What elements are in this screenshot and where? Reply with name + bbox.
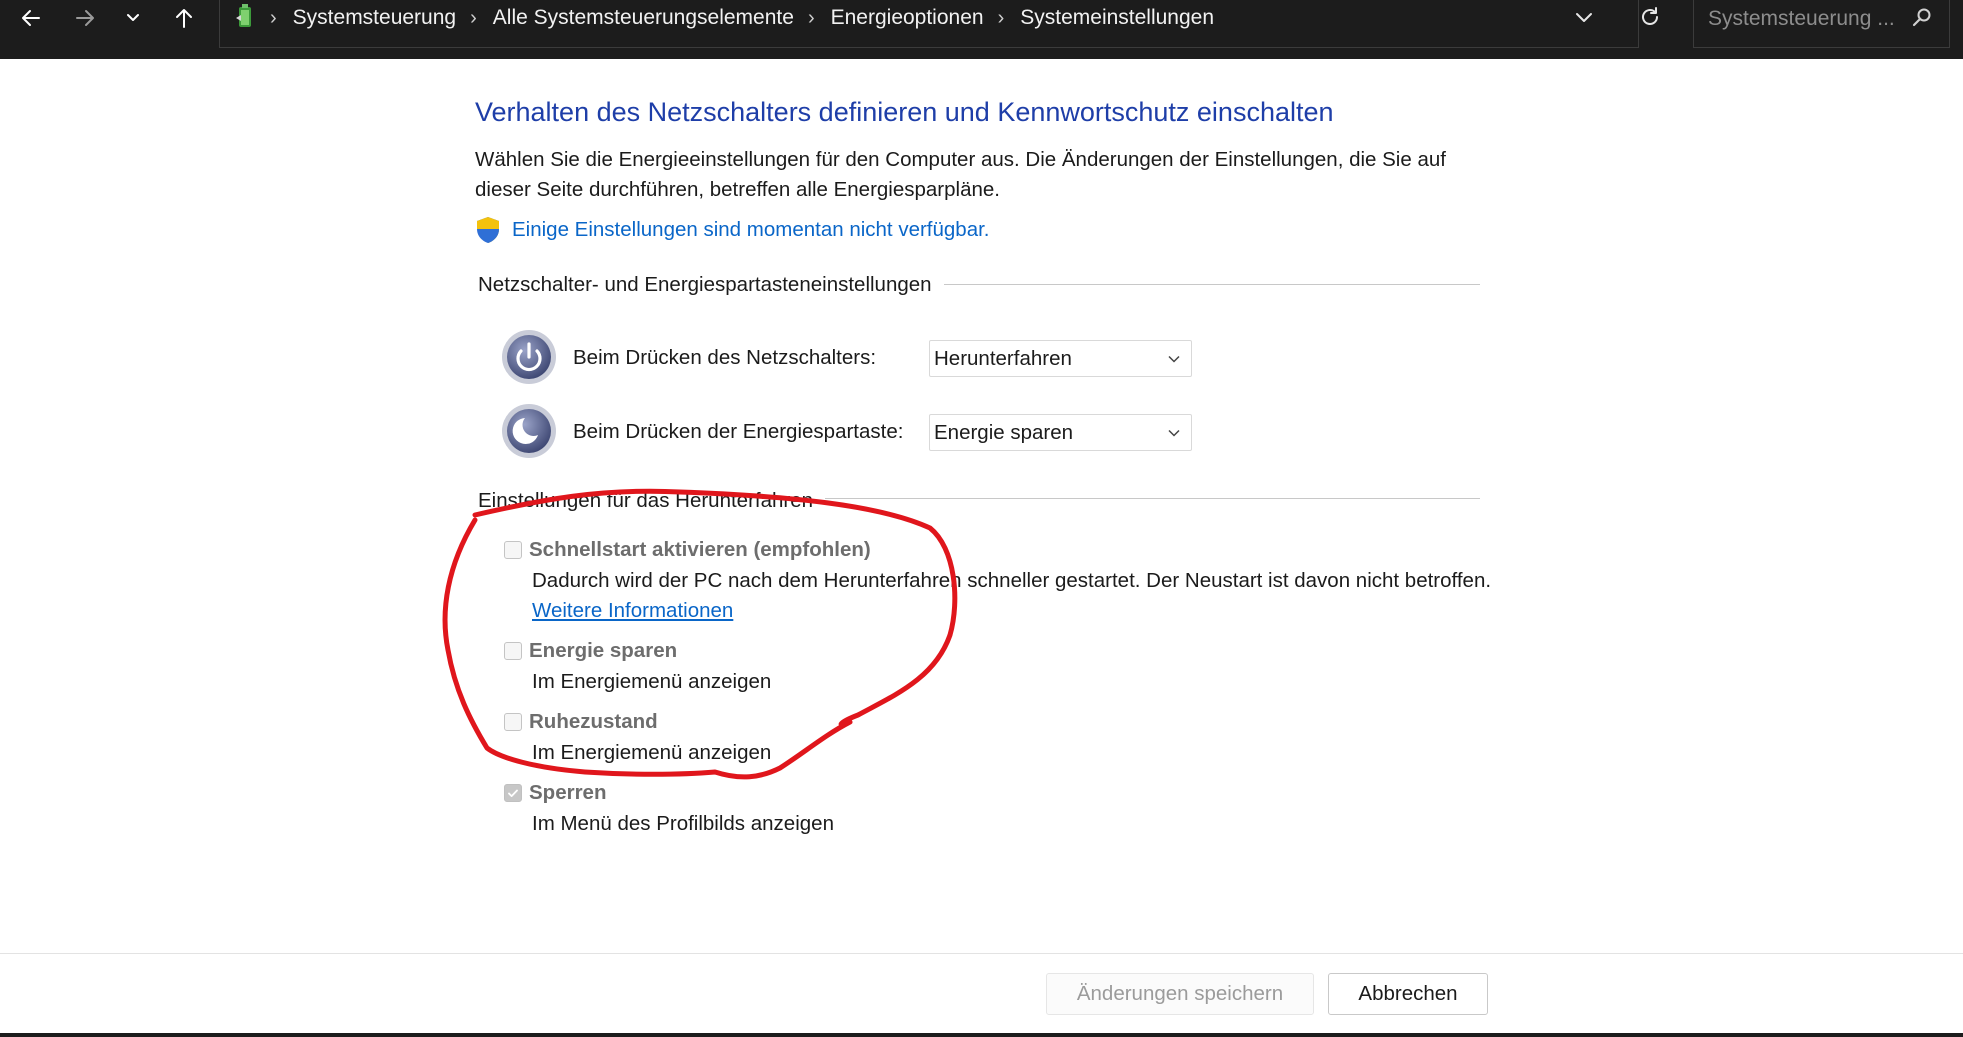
search-icon[interactable] bbox=[1911, 6, 1933, 28]
page-description: Wählen Sie die Energieeinstellungen für … bbox=[475, 148, 1446, 201]
hibernate-title: Ruhezustand bbox=[529, 710, 658, 733]
lock-title: Sperren bbox=[529, 781, 607, 804]
fast-startup-description: Dadurch wird der PC nach dem Herunterfah… bbox=[532, 566, 1492, 626]
up-arrow-icon bbox=[176, 9, 192, 28]
back-button[interactable] bbox=[11, 0, 51, 36]
footer-divider bbox=[0, 953, 1963, 954]
page-title: Verhalten des Netzschalters definieren u… bbox=[475, 97, 1334, 127]
sleep-button-action-value: Energie sparen bbox=[934, 421, 1074, 444]
control-panel-icon bbox=[236, 4, 251, 27]
shutdown-group-label: Einstellungen für das Herunterfahren bbox=[478, 489, 826, 513]
forward-arrow-icon bbox=[76, 10, 94, 26]
breadcrumb-systemeinstellungen[interactable]: Systemeinstellungen bbox=[1020, 6, 1214, 30]
recent-locations-button[interactable] bbox=[113, 0, 153, 36]
refresh-icon[interactable] bbox=[1638, 5, 1662, 29]
search-box[interactable] bbox=[1693, 0, 1950, 48]
lock-checkbox[interactable] bbox=[504, 784, 522, 802]
fast-startup-title: Schnellstart aktivieren (empfohlen) bbox=[529, 538, 871, 561]
breadcrumb-alle-elemente[interactable]: Alle Systemsteuerungselemente bbox=[493, 6, 794, 30]
breadcrumb-systemsteuerung[interactable]: Systemsteuerung bbox=[293, 6, 456, 30]
power-button-action-select[interactable]: Herunterfahren bbox=[929, 340, 1192, 377]
chevron-down-icon bbox=[1168, 355, 1180, 363]
unavailable-settings-link[interactable]: Einige Einstellungen sind momentan nicht… bbox=[512, 218, 990, 242]
fast-startup-checkbox[interactable] bbox=[504, 541, 522, 559]
window-bottom-edge bbox=[0, 1033, 1963, 1037]
sleep-icon bbox=[502, 404, 556, 458]
more-info-link[interactable]: Weitere Informationen bbox=[532, 599, 733, 622]
save-changes-button[interactable]: Änderungen speichern bbox=[1046, 973, 1314, 1015]
sleep-button-label: Beim Drücken der Energiespartaste: bbox=[573, 420, 904, 443]
back-arrow-icon bbox=[22, 10, 40, 26]
navigation-bar: › Systemsteuerung › Alle Systemsteuerung… bbox=[0, 0, 1963, 59]
breadcrumb: › Systemsteuerung › Alle Systemsteuerung… bbox=[270, 6, 1215, 30]
up-button[interactable] bbox=[164, 0, 204, 36]
sleep-menu-checkbox[interactable] bbox=[504, 642, 522, 660]
address-bar[interactable]: › Systemsteuerung › Alle Systemsteuerung… bbox=[219, 0, 1658, 48]
sleep-menu-title: Energie sparen bbox=[529, 639, 678, 662]
search-input[interactable] bbox=[1706, 0, 1910, 38]
cancel-button[interactable]: Abbrechen bbox=[1328, 973, 1488, 1015]
forward-button[interactable] bbox=[65, 0, 105, 36]
power-button-action-value: Herunterfahren bbox=[934, 347, 1072, 370]
sleep-button-action-select[interactable]: Energie sparen bbox=[929, 414, 1192, 451]
shield-icon bbox=[477, 217, 499, 243]
hibernate-checkbox[interactable] bbox=[504, 713, 522, 731]
power-buttons-group-label: Netzschalter- und Energiespartasteneinst… bbox=[478, 273, 944, 297]
address-history-chevron-icon[interactable] bbox=[1572, 5, 1596, 29]
hibernate-description: Im Energiemenü anzeigen bbox=[532, 741, 772, 764]
chevron-down-icon bbox=[1168, 429, 1180, 437]
breadcrumb-energieoptionen[interactable]: Energieoptionen bbox=[831, 6, 984, 30]
fast-startup-description-text: Dadurch wird der PC nach dem Herunterfah… bbox=[532, 569, 1492, 592]
sleep-menu-description: Im Energiemenü anzeigen bbox=[532, 670, 772, 693]
chevron-down-icon bbox=[127, 14, 139, 21]
checkmark-icon bbox=[508, 789, 518, 797]
power-button-label: Beim Drücken des Netzschalters: bbox=[573, 346, 877, 369]
power-icon bbox=[502, 330, 556, 384]
lock-description: Im Menü des Profilbilds anzeigen bbox=[532, 812, 834, 835]
